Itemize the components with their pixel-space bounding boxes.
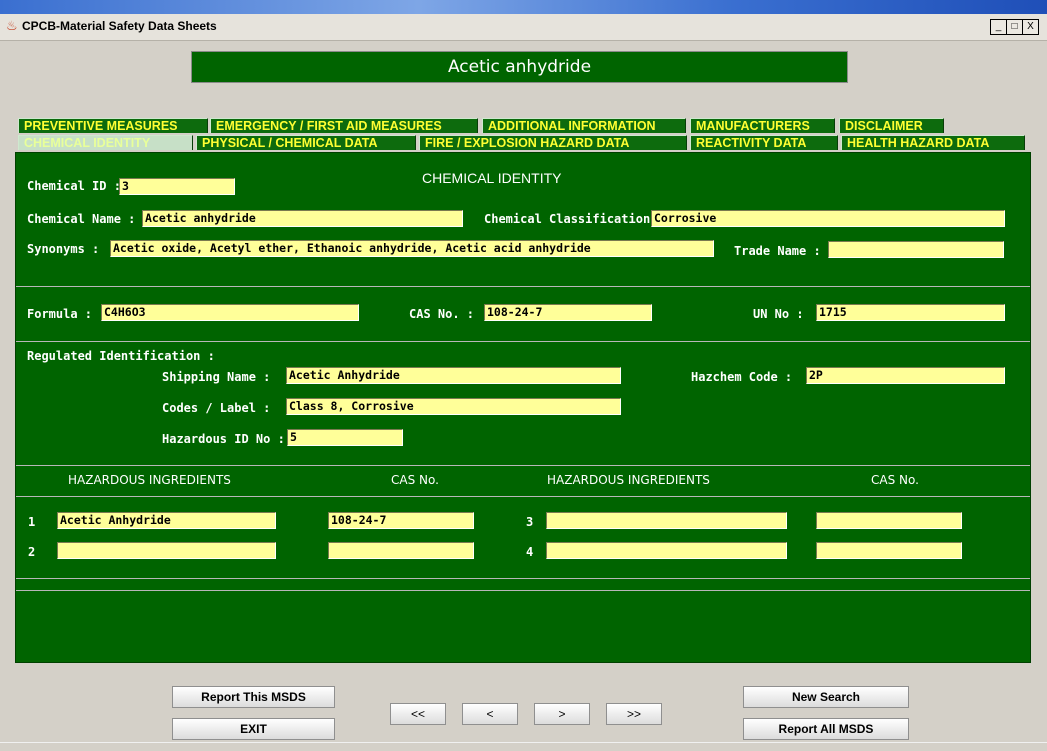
window-title: CPCB-Material Safety Data Sheets (22, 19, 217, 33)
report-this-msds-button[interactable]: Report This MSDS (172, 686, 335, 708)
cas-label: CAS No. : (409, 307, 475, 321)
chemical-id-field[interactable]: 3 (119, 178, 235, 195)
tab-health-hazard-data[interactable]: HEALTH HAZARD DATA (841, 135, 1025, 150)
tab-additional-information[interactable]: ADDITIONAL INFORMATION (482, 118, 686, 133)
ingredient-row-number: 4 (526, 545, 534, 559)
trade-name-label: Trade Name : (734, 244, 821, 258)
ingredient-name-field[interactable] (546, 542, 787, 559)
tab-disclaimer[interactable]: DISCLAIMER (839, 118, 944, 133)
divider (16, 590, 1030, 591)
un-field[interactable]: 1715 (816, 304, 1005, 321)
classification-field[interactable]: Corrosive (651, 210, 1005, 227)
shipping-label: Shipping Name : (162, 370, 271, 384)
window-controls: _ □ X (990, 19, 1039, 35)
ingredients-cas-header: CAS No. (391, 473, 439, 487)
un-label: UN No : (753, 307, 804, 321)
ingredient-name-field[interactable] (57, 542, 276, 559)
top-strip (0, 0, 1047, 14)
tab-emergency-first-aid[interactable]: EMERGENCY / FIRST AID MEASURES (210, 118, 478, 133)
chemical-banner: Acetic anhydride (191, 51, 848, 83)
divider (16, 578, 1030, 579)
chemical-name-label: Chemical Name : (27, 212, 136, 226)
exit-button[interactable]: EXIT (172, 718, 335, 740)
previous-record-button[interactable]: < (462, 703, 518, 725)
divider (16, 496, 1030, 497)
ingredient-row-number: 2 (28, 545, 36, 559)
ingredient-cas-field[interactable] (328, 542, 474, 559)
divider (16, 341, 1030, 342)
new-search-button[interactable]: New Search (743, 686, 909, 708)
chemical-name-field[interactable]: Acetic anhydride (142, 210, 463, 227)
ingredient-cas-field[interactable]: 108-24-7 (328, 512, 474, 529)
ingredient-name-field[interactable] (546, 512, 787, 529)
ingredient-row-number: 3 (526, 515, 534, 529)
divider (16, 465, 1030, 466)
hazid-field[interactable]: 5 (287, 429, 403, 446)
synonyms-field[interactable]: Acetic oxide, Acetyl ether, Ethanoic anh… (110, 240, 714, 257)
formula-label: Formula : (27, 307, 93, 321)
last-record-button[interactable]: >> (606, 703, 662, 725)
chemical-id-label: Chemical ID : (27, 179, 121, 193)
regulated-heading: Regulated Identification : (27, 349, 215, 363)
ingredients-cas-header: CAS No. (871, 473, 919, 487)
ingredients-header: HAZARDOUS INGREDIENTS (68, 473, 231, 487)
report-all-msds-button[interactable]: Report All MSDS (743, 718, 909, 740)
ingredients-header: HAZARDOUS INGREDIENTS (547, 473, 710, 487)
first-record-button[interactable]: << (390, 703, 446, 725)
title-bar: ♨ CPCB-Material Safety Data Sheets _ □ X (0, 14, 1047, 41)
ingredient-name-field[interactable]: Acetic Anhydride (57, 512, 276, 529)
ingredient-cas-field[interactable] (816, 512, 962, 529)
tab-preventive-measures[interactable]: PREVENTIVE MEASURES (18, 118, 208, 133)
codes-label: Codes / Label : (162, 401, 271, 415)
classification-label: Chemical Classification : (484, 212, 665, 226)
ingredient-row-number: 1 (28, 515, 36, 529)
chemical-identity-panel: CHEMICAL IDENTITY Chemical ID : 3 Chemic… (15, 152, 1031, 663)
maximize-button[interactable]: □ (1006, 19, 1023, 35)
hazchem-field[interactable]: 2P (806, 367, 1005, 384)
tab-fire-explosion-hazard[interactable]: FIRE / EXPLOSION HAZARD DATA (419, 135, 687, 150)
shipping-field[interactable]: Acetic Anhydride (286, 367, 621, 384)
minimize-button[interactable]: _ (990, 19, 1007, 35)
tab-reactivity-data[interactable]: REACTIVITY DATA (690, 135, 838, 150)
synonyms-label: Synonyms : (27, 242, 100, 256)
formula-field[interactable]: C4H6O3 (101, 304, 359, 321)
java-app-icon: ♨ (6, 19, 18, 34)
section-title: CHEMICAL IDENTITY (422, 170, 562, 186)
close-button[interactable]: X (1022, 19, 1039, 35)
hazid-label: Hazardous ID No : (162, 432, 285, 446)
divider (16, 286, 1030, 287)
cas-field[interactable]: 108-24-7 (484, 304, 652, 321)
trade-name-field[interactable] (828, 241, 1004, 258)
tab-physical-chemical-data[interactable]: PHYSICAL / CHEMICAL DATA (196, 135, 416, 150)
hazchem-label: Hazchem Code : (691, 370, 793, 384)
tab-manufacturers[interactable]: MANUFACTURERS (690, 118, 835, 133)
ingredient-cas-field[interactable] (816, 542, 962, 559)
codes-field[interactable]: Class 8, Corrosive (286, 398, 621, 415)
tab-chemical-identity[interactable]: CHEMICAL IDENTITY (18, 135, 193, 150)
next-record-button[interactable]: > (534, 703, 590, 725)
